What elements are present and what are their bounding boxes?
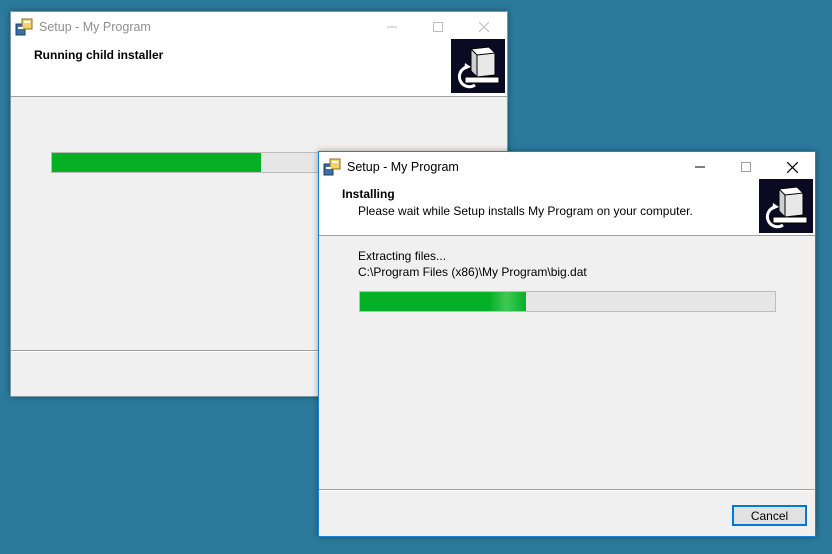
close-icon — [479, 22, 489, 32]
close-button[interactable] — [769, 152, 815, 182]
close-button[interactable] — [461, 12, 507, 42]
install-progress-bar — [359, 291, 776, 312]
minimize-icon — [387, 26, 397, 28]
foreground-titlebar[interactable]: Setup - My Program — [319, 152, 815, 182]
progress-fill — [360, 292, 526, 311]
computer-install-icon — [759, 179, 813, 233]
header-panel: Installing Please wait while Setup insta… — [319, 179, 815, 236]
window-title: Setup - My Program — [39, 20, 151, 34]
close-icon — [786, 161, 798, 173]
foreground-setup-window[interactable]: Setup - My Program Installing Please wai… — [318, 151, 816, 537]
header-title: Running child installer — [34, 48, 164, 62]
progress-fill — [52, 153, 261, 172]
minimize-button[interactable] — [677, 152, 723, 182]
header-panel: Running child installer — [11, 39, 507, 97]
minimize-icon — [695, 166, 705, 168]
setup-app-icon — [323, 158, 341, 176]
maximize-icon — [741, 162, 751, 172]
header-title: Installing — [342, 187, 395, 201]
maximize-button[interactable] — [415, 12, 461, 42]
maximize-icon — [433, 22, 443, 32]
cancel-button[interactable]: Cancel — [732, 505, 807, 526]
setup-app-icon — [15, 18, 33, 36]
maximize-button[interactable] — [723, 152, 769, 182]
header-subtitle: Please wait while Setup installs My Prog… — [358, 204, 693, 218]
footer-separator-highlight — [319, 490, 815, 491]
background-titlebar[interactable]: Setup - My Program — [11, 12, 507, 42]
window-title: Setup - My Program — [347, 160, 459, 174]
status-text: Extracting files... — [358, 249, 447, 263]
file-path-text: C:\Program Files (x86)\My Program\big.da… — [358, 265, 587, 279]
minimize-button[interactable] — [369, 12, 415, 42]
computer-install-icon — [451, 39, 505, 93]
